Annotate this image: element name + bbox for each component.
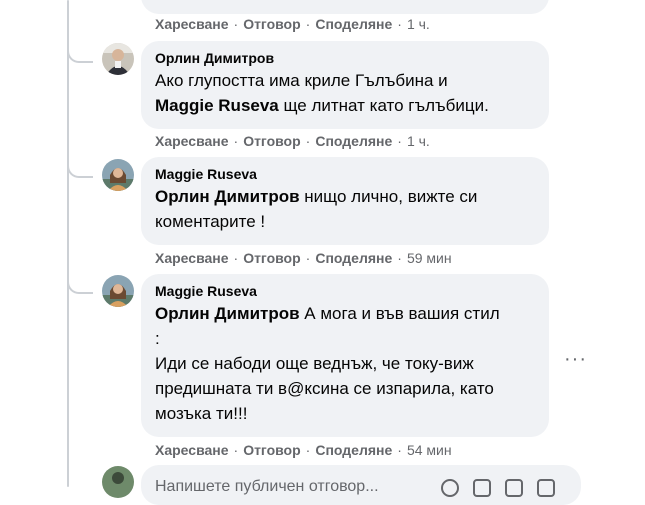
comment-actions: Харесване · Отговор · Споделяне · 54 мин <box>155 442 452 458</box>
like-button[interactable]: Харесване <box>155 16 229 32</box>
timestamp[interactable]: 1 ч. <box>407 16 430 32</box>
avatar-photo-orlin <box>102 43 134 75</box>
comment-bubble: Орлин Димитров Ако глупостта има криле Г… <box>141 41 549 129</box>
comment-text: Орлин Димитров А мога и във вашия стил :… <box>155 301 535 426</box>
comment-line: коментарите ! <box>155 212 266 231</box>
reply-input-placeholder: Напишете публичен отговор... <box>155 478 379 495</box>
separator: · <box>397 442 402 458</box>
timestamp[interactable]: 59 мин <box>407 250 452 266</box>
comment-author[interactable]: Maggie Ruseva <box>155 282 535 301</box>
comment-line: предишната ти в@ксина се изпарила, като <box>155 379 494 398</box>
separator: · <box>305 442 311 458</box>
separator: · <box>233 133 239 149</box>
separator: · <box>305 250 311 266</box>
like-button[interactable]: Харесване <box>155 133 229 149</box>
comment-line: ще литнат като гълъбици. <box>278 96 489 115</box>
avatar[interactable] <box>102 159 134 191</box>
share-button[interactable]: Споделяне <box>315 442 392 458</box>
gif-icon[interactable] <box>505 479 523 497</box>
comment-author[interactable]: Maggie Ruseva <box>155 165 535 184</box>
thread-line <box>67 0 69 487</box>
reply-connector <box>67 278 93 294</box>
share-button[interactable]: Споделяне <box>315 16 392 32</box>
reply-button[interactable]: Отговор <box>243 133 300 149</box>
comment-line: : <box>155 329 160 348</box>
timestamp[interactable]: 1 ч. <box>407 133 430 149</box>
reply-input[interactable]: Напишете публичен отговор... <box>141 465 581 505</box>
comment-bubble: Maggie Ruseva Орлин Димитров нищо лично,… <box>141 157 549 245</box>
reply-connector <box>67 162 93 178</box>
avatar-photo-maggie <box>102 275 134 307</box>
separator: · <box>397 16 402 32</box>
separator: · <box>305 16 311 32</box>
mention-link[interactable]: Орлин Димитров <box>155 187 300 206</box>
share-button[interactable]: Споделяне <box>315 133 392 149</box>
like-button[interactable]: Харесване <box>155 442 229 458</box>
comment-line: Ако глупостта има криле Гълъбина и <box>155 71 448 90</box>
mention-link[interactable]: Maggie Ruseva <box>155 96 279 115</box>
comment-line: мозъка ти!!! <box>155 404 248 423</box>
timestamp[interactable]: 54 мин <box>407 442 452 458</box>
avatar[interactable] <box>102 43 134 75</box>
separator: · <box>233 16 239 32</box>
separator: · <box>305 133 311 149</box>
share-button[interactable]: Споделяне <box>315 250 392 266</box>
input-tools <box>441 479 555 497</box>
comment-actions: Харесване · Отговор · Споделяне · 59 мин <box>155 250 452 266</box>
camera-icon[interactable] <box>473 479 491 497</box>
reply-button[interactable]: Отговор <box>243 16 300 32</box>
comment-bubble: Maggie Ruseva Орлин Димитров А мога и въ… <box>141 274 549 437</box>
previous-comment-bubble <box>141 0 549 14</box>
comment-actions: Харесване · Отговор · Споделяне · 1 ч. <box>155 16 430 32</box>
separator: · <box>233 250 239 266</box>
avatar-photo-maggie <box>102 159 134 191</box>
comment-author[interactable]: Орлин Димитров <box>155 49 535 68</box>
comment-line: нищо лично, вижте си <box>299 187 478 206</box>
reply-button[interactable]: Отговор <box>243 250 300 266</box>
current-user-avatar[interactable] <box>102 466 134 498</box>
comment-actions: Харесване · Отговор · Споделяне · 1 ч. <box>155 133 430 149</box>
comment-text: Ако глупостта има криле Гълъбина и Maggi… <box>155 68 535 118</box>
sticker-icon[interactable] <box>537 479 555 497</box>
avatar-photo-user <box>102 466 134 498</box>
reply-connector <box>67 47 93 63</box>
mention-link[interactable]: Орлин Димитров <box>155 304 300 323</box>
more-options-icon[interactable]: ··· <box>564 348 587 371</box>
comment-text: Орлин Димитров нищо лично, вижте си коме… <box>155 184 535 234</box>
separator: · <box>397 250 402 266</box>
separator: · <box>397 133 402 149</box>
avatar[interactable] <box>102 275 134 307</box>
reply-button[interactable]: Отговор <box>243 442 300 458</box>
emoji-icon[interactable] <box>441 479 459 497</box>
separator: · <box>233 442 239 458</box>
comment-line: А мога и във вашия стил <box>299 304 500 323</box>
comment-line: Иди се набоди още веднъж, че току-виж <box>155 354 474 373</box>
like-button[interactable]: Харесване <box>155 250 229 266</box>
